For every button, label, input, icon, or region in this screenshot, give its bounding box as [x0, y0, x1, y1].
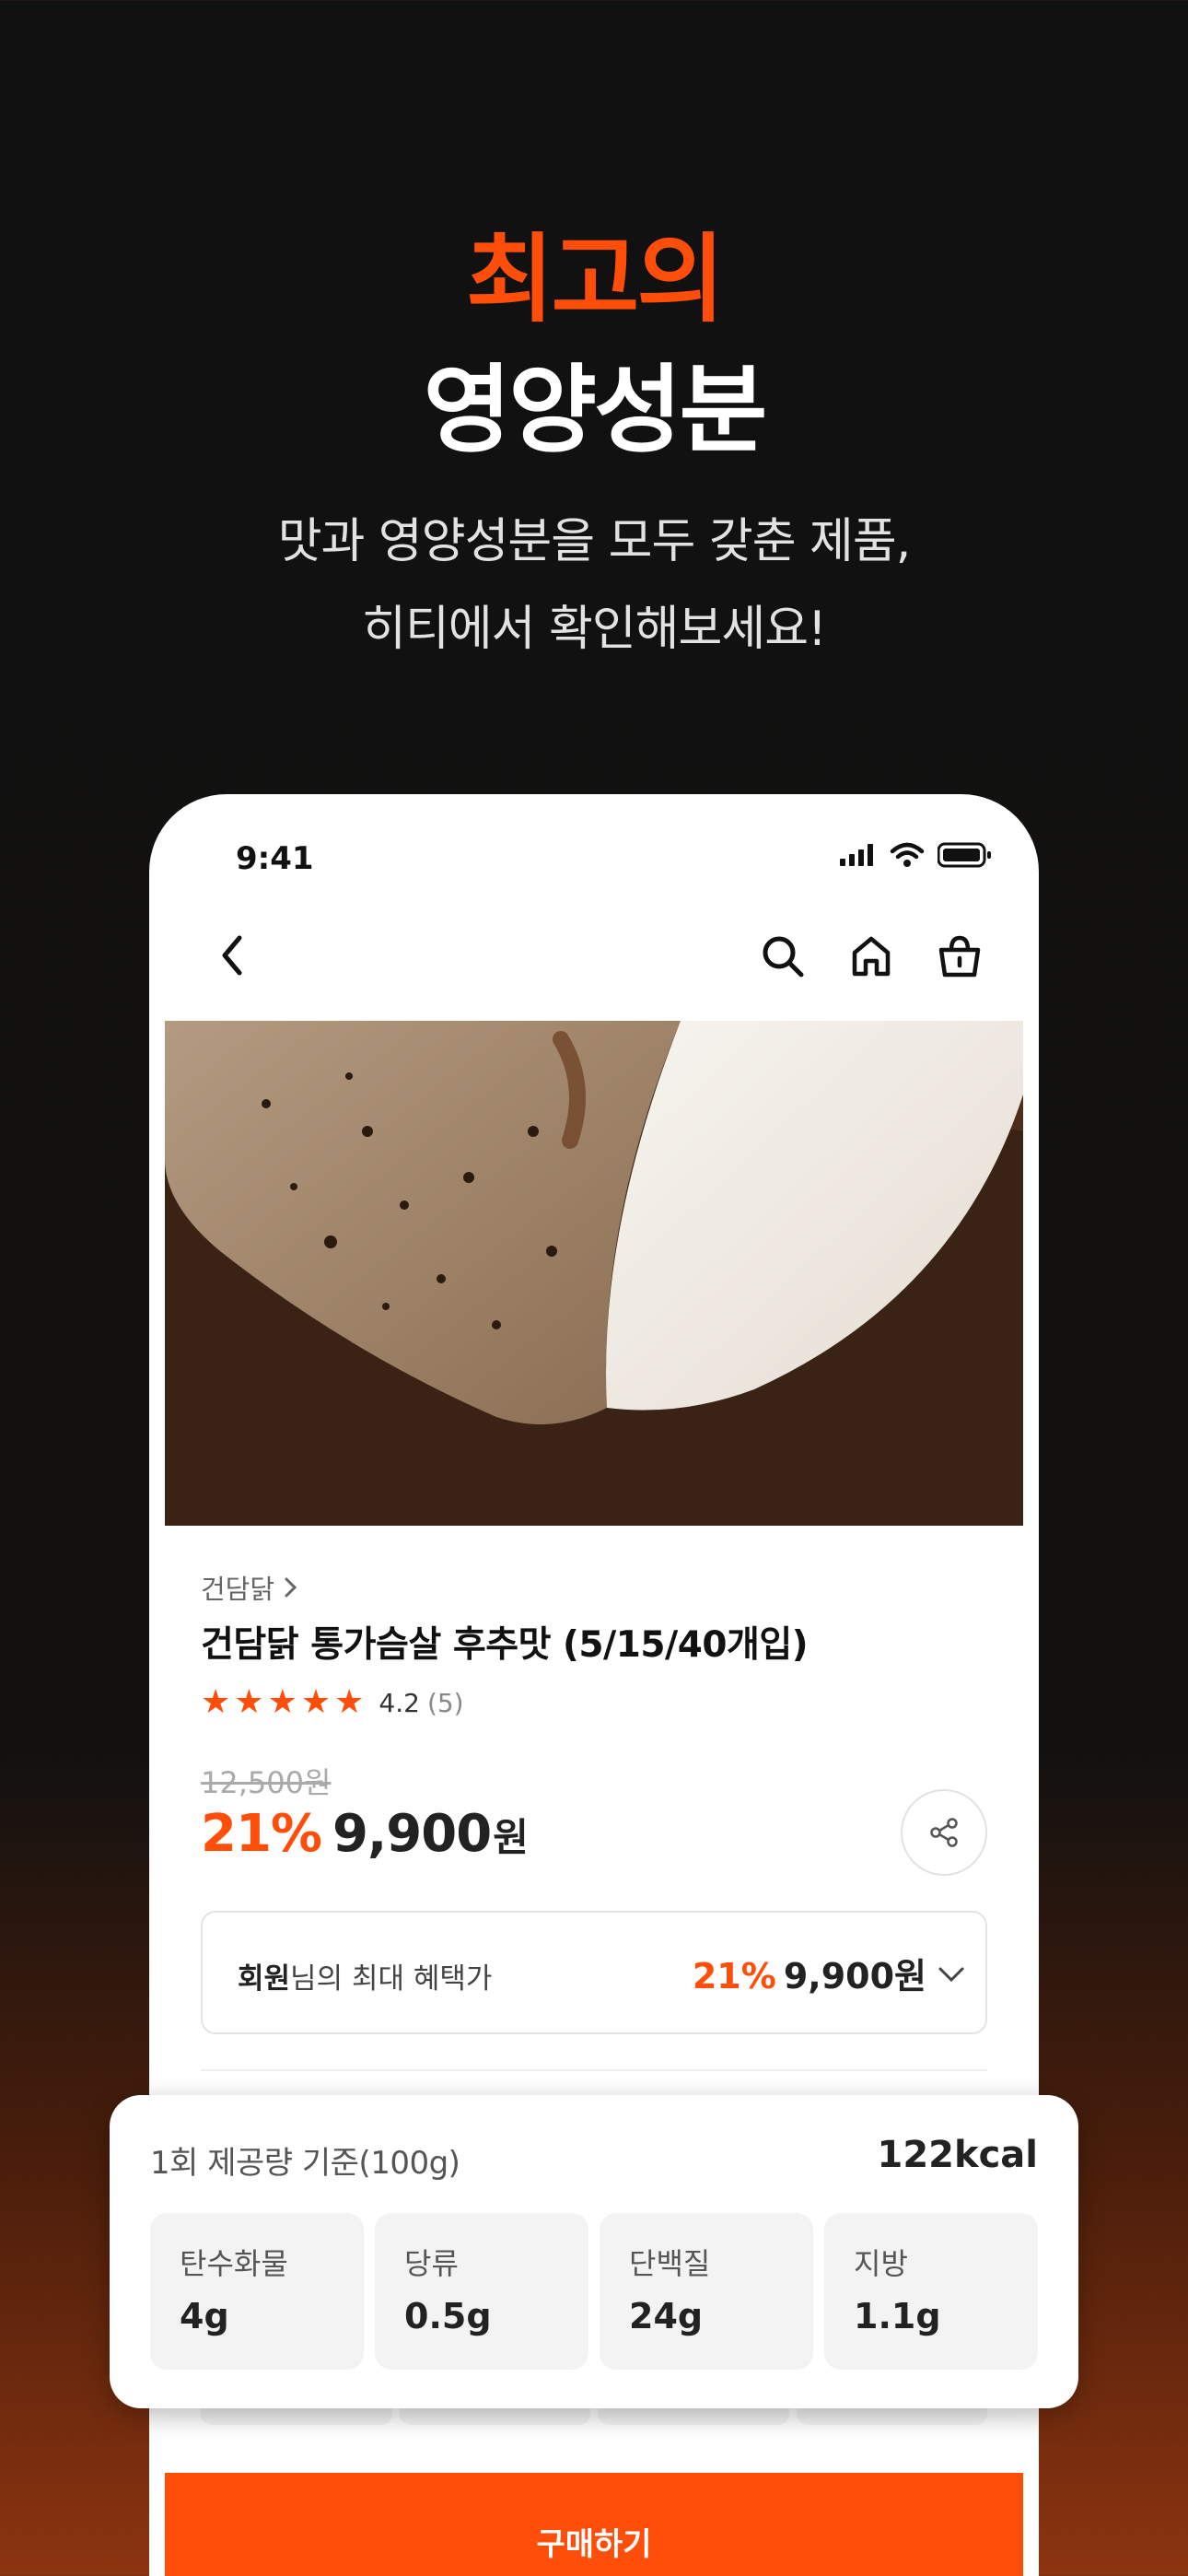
- discount-rate: 21%: [201, 1804, 322, 1864]
- wifi-icon: [890, 842, 925, 867]
- benefit-label-bold: 회원: [238, 1962, 291, 1996]
- benefit-discount: 21%: [692, 1956, 776, 1996]
- brand-link[interactable]: 건담닭: [201, 1568, 298, 1607]
- nutrition-tile-protein: 단백질 24g: [600, 2213, 813, 2370]
- benefit-label: 회원님의 최대 혜택가: [238, 1955, 492, 1996]
- star-icon: ★: [334, 1683, 365, 1721]
- nutrition-value: 0.5g: [404, 2296, 492, 2336]
- search-icon: [763, 936, 804, 978]
- buy-button[interactable]: 구매하기: [165, 2473, 1023, 2576]
- product-image[interactable]: [165, 1021, 1023, 1526]
- brand-name: 건담닭: [201, 1574, 275, 1605]
- nutrition-label: 지방: [854, 2246, 908, 2281]
- subtitle-line-2: 히티에서 확인해보세요!: [362, 602, 827, 657]
- divider: [201, 2069, 987, 2071]
- product-title: 건담닭 통가슴살 후추맛 (5/15/40개입): [201, 1624, 809, 1666]
- nutrition-label: 당류: [404, 2246, 459, 2281]
- headline-accent: 최고의: [465, 223, 725, 335]
- nutrition-value: 24g: [629, 2296, 704, 2336]
- nutrition-label: 단백질: [629, 2246, 711, 2281]
- currency: 원: [493, 1815, 529, 1860]
- member-benefit-dropdown[interactable]: 회원님의 최대 혜택가 21% 9,900원: [201, 1911, 987, 2034]
- nutrition-tiles: 탄수화물 4g 당류 0.5g 단백질 24g 지방 1.1g: [150, 2213, 1038, 2370]
- share-icon: [930, 1818, 958, 1847]
- battery-icon: [938, 842, 991, 868]
- nutrition-value: 4g: [180, 2296, 229, 2336]
- search-button[interactable]: [759, 932, 807, 980]
- nutrition-card: 1회 제공량 기준(100g) 122kcal 탄수화물 4g 당류 0.5g …: [110, 2095, 1078, 2408]
- signal-icon: [840, 844, 873, 866]
- subtitle-line-1: 맛과 영양성분을 모두 갖춘 제품,: [277, 514, 912, 569]
- nutrition-tile-carbs: 탄수화물 4g: [150, 2213, 364, 2370]
- chevron-down-icon: [938, 1967, 964, 1983]
- home-button[interactable]: [847, 932, 895, 980]
- original-price: 12,500원: [201, 1765, 332, 1800]
- sale-price: 9,900: [332, 1804, 492, 1864]
- nutrition-tile-sugar: 당류 0.5g: [375, 2213, 588, 2370]
- calories: 122kcal: [877, 2134, 1038, 2176]
- nutrition-label: 탄수화물: [180, 2246, 288, 2281]
- star-icon: ★: [300, 1683, 332, 1721]
- rating[interactable]: ★ ★ ★ ★ ★ 4.2 (5): [201, 1686, 464, 1719]
- cart-icon: [938, 935, 981, 978]
- headline-main: 영양성분: [423, 354, 768, 466]
- status-icons: [840, 842, 993, 868]
- cart-button[interactable]: [936, 932, 984, 980]
- status-time: 9:41: [236, 840, 314, 877]
- serving-size: 1회 제공량 기준(100g): [150, 2145, 460, 2182]
- nutrition-value: 1.1g: [854, 2296, 941, 2336]
- nutrition-tile-fat: 지방 1.1g: [824, 2213, 1038, 2370]
- benefit-label-rest: 님의 최대 혜택가: [290, 1962, 493, 1996]
- price-row: 21% 9,900 원: [201, 1804, 529, 1864]
- star-icon: ★: [234, 1683, 264, 1721]
- rating-value: 4.2: [379, 1687, 420, 1718]
- chicken-image: [165, 1021, 1023, 1526]
- review-count: (5): [426, 1687, 464, 1718]
- benefit-price-value: 9,900원: [783, 1956, 926, 1996]
- back-icon[interactable]: [214, 932, 250, 978]
- top-nav-actions: [759, 932, 984, 980]
- home-icon: [852, 936, 891, 977]
- chevron-right-icon: [285, 1577, 297, 1598]
- star-icon: ★: [267, 1683, 297, 1721]
- star-icon: ★: [201, 1683, 231, 1721]
- benefit-price: 21% 9,900원: [693, 1948, 926, 1998]
- share-button[interactable]: [901, 1789, 987, 1876]
